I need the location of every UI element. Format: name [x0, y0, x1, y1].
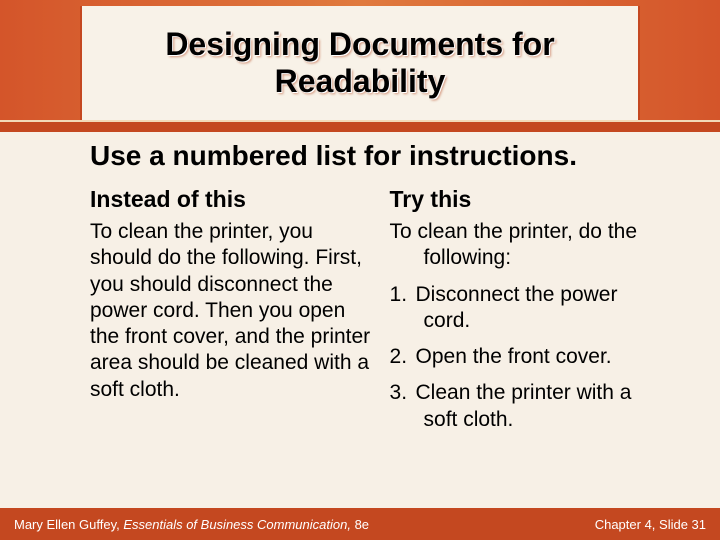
- steps-list: 1.Disconnect the power cord. 2.Open the …: [390, 282, 660, 433]
- content-area: Use a numbered list for instructions. In…: [90, 140, 660, 490]
- column-right: Try this To clean the printer, do the fo…: [390, 186, 660, 443]
- two-columns: Instead of this To clean the printer, yo…: [90, 186, 660, 443]
- footer-pageref: Chapter 4, Slide 31: [595, 517, 706, 532]
- step-text: Disconnect the power cord.: [416, 283, 618, 332]
- list-item: 3.Clean the printer with a soft cloth.: [390, 380, 660, 433]
- title-panel: Designing Documents for Readability: [80, 6, 640, 120]
- step-text: Clean the printer with a soft cloth.: [416, 381, 632, 430]
- left-column-body: To clean the printer, you should do the …: [90, 219, 372, 403]
- step-text: Open the front cover.: [416, 345, 612, 368]
- footer-bar: Mary Ellen Guffey, Essentials of Busines…: [0, 508, 720, 540]
- list-item: 1.Disconnect the power cord.: [390, 282, 660, 335]
- right-lead: To clean the printer, do the following:: [390, 219, 660, 272]
- right-column-body: To clean the printer, do the following: …: [390, 219, 660, 433]
- slide: Designing Documents for Readability Use …: [0, 0, 720, 540]
- right-column-label: Try this: [390, 186, 660, 213]
- left-column-label: Instead of this: [90, 186, 372, 213]
- title-band: Designing Documents for Readability: [0, 0, 720, 120]
- slide-title: Designing Documents for Readability: [82, 18, 638, 108]
- footer-edition: 8e: [355, 517, 369, 532]
- slide-heading: Use a numbered list for instructions.: [90, 140, 660, 172]
- list-item: 2.Open the front cover.: [390, 344, 660, 370]
- column-left: Instead of this To clean the printer, yo…: [90, 186, 372, 443]
- divider-bar: [0, 120, 720, 132]
- footer-book: Essentials of Business Communication,: [123, 517, 354, 532]
- footer-author: Mary Ellen Guffey,: [14, 517, 123, 532]
- footer-source: Mary Ellen Guffey, Essentials of Busines…: [14, 517, 369, 532]
